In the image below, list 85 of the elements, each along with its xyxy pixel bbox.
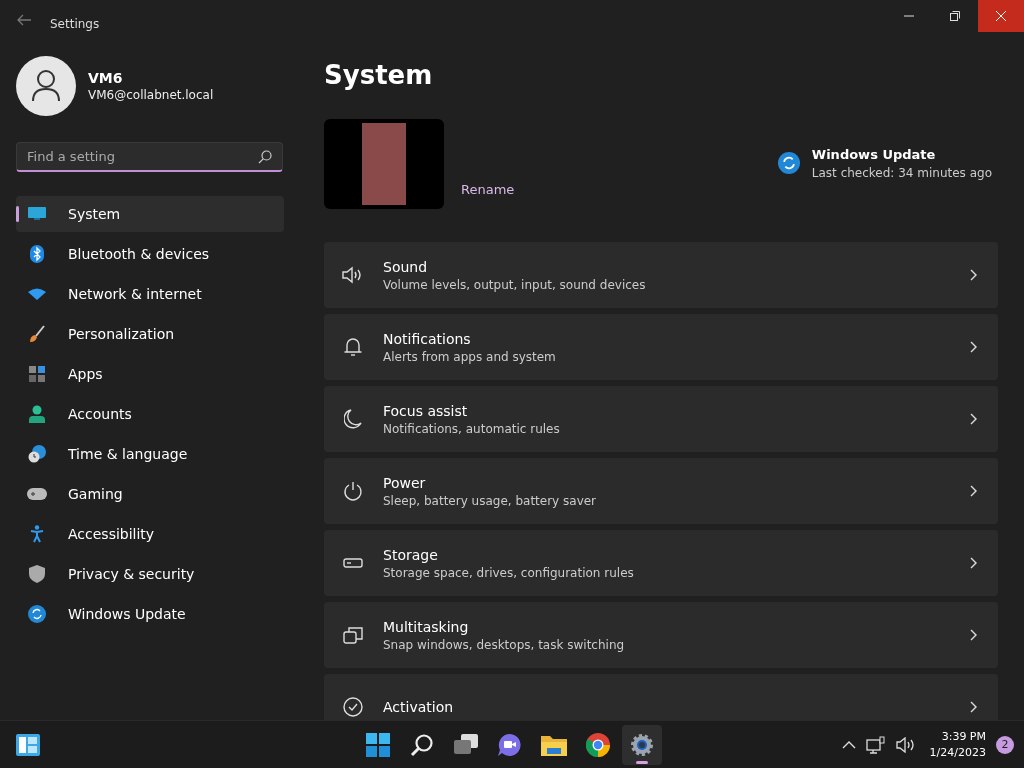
notification-badge[interactable]: 2 [996,735,1014,754]
card-description: Alerts from apps and system [383,349,557,364]
card-description: Storage space, drives, configuration rules [383,565,635,580]
card-description: Volume levels, output, input, sound devices [383,277,647,292]
clock-date[interactable]: 1/24/2023 [929,744,986,761]
speaker-icon [342,266,364,284]
card-title: Storage [383,546,439,563]
taskbar-button[interactable] [622,724,662,765]
folder-icon [541,733,567,756]
card-description: Sleep, battery usage, battery saver [383,493,598,508]
widgets-icon[interactable] [16,733,40,756]
sync-icon [777,152,800,174]
globe-clock-icon [28,445,46,463]
card-title: Activation [383,699,455,715]
settings-card[interactable]: Sound Volume levels, output, input, sound devices [324,242,998,308]
bluetooth-icon [30,245,44,263]
shield-icon [29,565,45,583]
settings-card[interactable]: Activation [324,674,998,720]
nav-item[interactable]: Network & internet [16,276,284,312]
settings-card[interactable]: Storage Storage space, drives, configuration rules [324,530,998,596]
nav-item[interactable]: Accessibility [16,516,284,552]
search-field[interactable]: Find a setting [16,142,283,172]
chevron-right-icon [970,485,978,497]
chevron-right-icon [970,629,978,641]
update-title[interactable]: Windows Update [811,147,992,162]
network-icon[interactable] [865,735,886,754]
card-title: Focus assist [383,402,469,419]
checkmark-circle-icon [343,697,363,717]
settings-card[interactable]: Power Sleep, battery usage, battery saver [324,458,998,524]
card-title: Notifications [383,330,472,347]
chevron-right-icon [970,269,978,281]
chevron-right-icon [970,413,978,425]
moon-icon [344,409,362,429]
card-description: Snap windows, desktops, task switching [383,637,626,652]
search-icon [258,150,272,164]
card-title: Sound [383,258,429,275]
settings-card[interactable]: Focus assist Notifications, automatic rules [324,386,998,452]
card-title: Multitasking [383,618,470,635]
close-icon [996,11,1006,21]
nav-item[interactable]: Personalization [16,316,284,352]
chevron-right-icon [970,341,978,353]
paintbrush-icon [29,325,45,343]
nav-item[interactable]: Bluetooth & devices [16,236,284,272]
wifi-icon [28,288,46,300]
power-icon [343,481,363,501]
browser-icon [586,732,610,757]
rename-link[interactable]: Rename [461,182,515,197]
task-view-icon [453,733,479,756]
settings-card[interactable]: Multitasking Snap windows, desktops, task switching [324,602,998,668]
nav-item[interactable]: System [16,196,284,232]
window-title: Settings [50,17,100,31]
user-email: VM6@collabnet.local [88,88,214,102]
windows-stack-icon [343,626,363,644]
settings-card[interactable]: Notifications Alerts from apps and system [324,314,998,380]
accessibility-icon [30,525,44,543]
nav-item[interactable]: Windows Update [16,596,284,632]
page-title: System [324,59,434,92]
chevron-right-icon [970,557,978,569]
nav-item[interactable]: Time & language [16,436,284,472]
nav-item[interactable]: Gaming [16,476,284,512]
nav-item[interactable]: Accounts [16,396,284,432]
person-icon [31,70,61,102]
restore-icon [950,11,960,21]
gear-icon [630,732,654,757]
sync-icon [28,605,46,623]
nav-item[interactable]: Privacy & security [16,556,284,592]
card-description: Notifications, automatic rules [383,421,561,436]
clock-time[interactable]: 3:39 PM [929,728,986,745]
nav-item[interactable]: Apps [16,356,284,392]
apps-icon [29,366,45,382]
chevron-up-icon[interactable] [841,740,856,749]
drive-icon [343,558,363,568]
monitor-icon [27,206,47,222]
bell-icon [344,337,362,357]
search-icon [410,732,434,757]
volume-icon[interactable] [895,736,916,753]
person-icon [29,405,45,423]
update-status: Last checked: 34 minutes ago [811,166,992,180]
card-title: Power [383,474,427,491]
back-arrow-icon[interactable] [16,12,32,28]
chat-icon [497,732,523,757]
chevron-right-icon [970,701,978,713]
start-icon [366,732,390,757]
user-name: VM6 [88,70,124,86]
gamepad-icon [27,488,47,500]
